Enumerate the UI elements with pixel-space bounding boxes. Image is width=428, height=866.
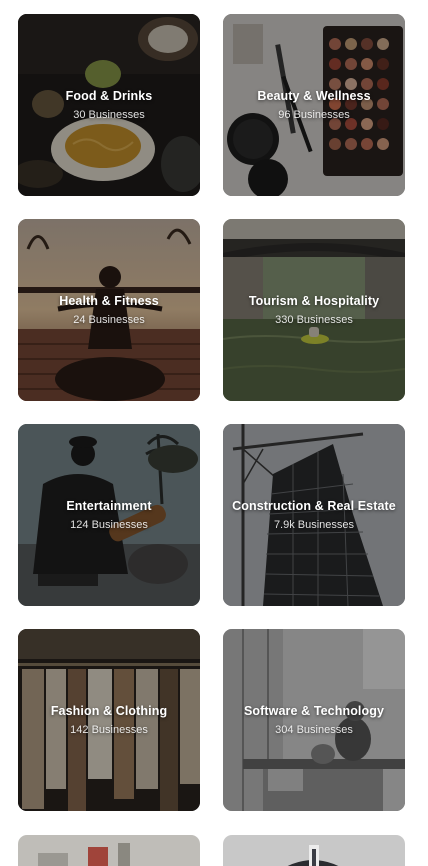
category-card-partial[interactable] xyxy=(18,835,200,866)
category-count: 96 Businesses xyxy=(278,109,350,121)
category-count: 330 Businesses xyxy=(275,314,353,326)
category-count: 30 Businesses xyxy=(73,109,145,121)
category-card-food-drinks[interactable]: Food & Drinks 30 Businesses xyxy=(18,14,200,196)
category-grid: Food & Drinks 30 Businesses Beauty & Wel… xyxy=(18,14,406,811)
category-card-construction-real-estate[interactable]: Construction & Real Estate 7.9k Business… xyxy=(223,424,405,606)
category-card-software-technology[interactable]: Software & Technology 304 Businesses xyxy=(223,629,405,811)
category-count: 7.9k Businesses xyxy=(273,519,355,531)
category-card-entertainment[interactable]: Entertainment 124 Businesses xyxy=(18,424,200,606)
category-title: Software & Technology xyxy=(243,704,385,718)
category-grid-next-row xyxy=(18,835,406,866)
category-count: 304 Businesses xyxy=(275,724,353,736)
category-title: Tourism & Hospitality xyxy=(248,294,380,308)
category-title: Food & Drinks xyxy=(65,89,153,103)
category-count: 142 Businesses xyxy=(70,724,148,736)
storefront-photo xyxy=(18,835,200,866)
category-card-partial[interactable] xyxy=(223,835,405,866)
category-title: Health & Fitness xyxy=(59,294,159,308)
businessman-photo xyxy=(223,835,405,866)
category-card-fashion-clothing[interactable]: Fashion & Clothing 142 Businesses xyxy=(18,629,200,811)
category-card-beauty-wellness[interactable]: Beauty & Wellness 96 Businesses xyxy=(223,14,405,196)
category-count: 124 Businesses xyxy=(70,519,148,531)
category-card-tourism-hospitality[interactable]: Tourism & Hospitality 330 Businesses xyxy=(223,219,405,401)
category-title: Entertainment xyxy=(66,499,152,513)
category-title: Beauty & Wellness xyxy=(257,89,371,103)
category-title: Fashion & Clothing xyxy=(50,704,168,718)
category-title: Construction & Real Estate xyxy=(232,499,396,513)
category-count: 24 Businesses xyxy=(73,314,145,326)
category-card-health-fitness[interactable]: Health & Fitness 24 Businesses xyxy=(18,219,200,401)
